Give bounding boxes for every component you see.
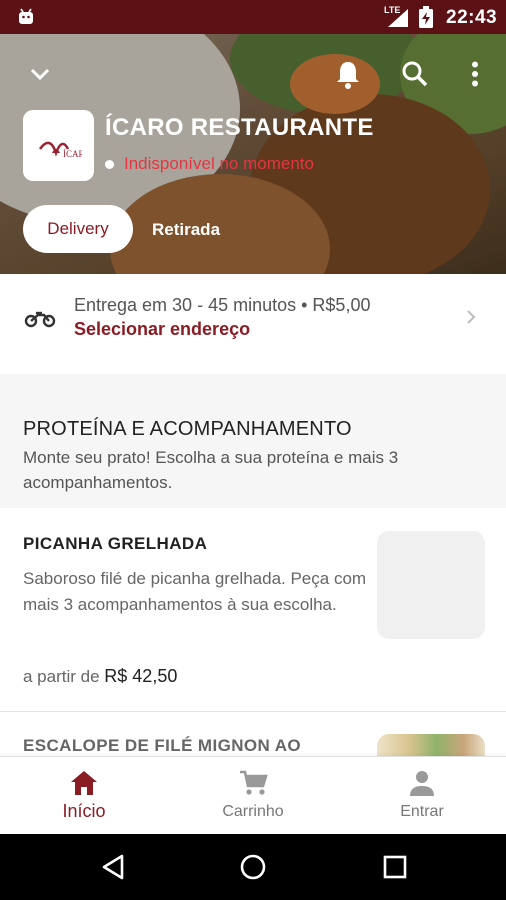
- search-button[interactable]: [395, 54, 435, 94]
- nav-item-entrar[interactable]: Entrar: [338, 757, 506, 835]
- android-icon: [19, 8, 33, 24]
- category-description: Monte seu prato! Escolha a sua proteína …: [23, 448, 399, 492]
- availability-text: Indisponível no momento: [124, 154, 314, 173]
- nav-label-carrinho: Carrinho: [222, 803, 284, 820]
- motorcycle-icon: [24, 311, 56, 328]
- restaurant-name: ÍCARO RESTAURANTE: [105, 114, 374, 141]
- home-icon: [71, 771, 97, 795]
- status-dot: [105, 159, 114, 169]
- search-icon: [402, 61, 428, 87]
- restaurant-header: ÍCARO ÍCARO RESTAURANTE Indisponível no …: [0, 34, 506, 274]
- product-image: [377, 734, 485, 756]
- product-card[interactable]: PICANHA GRELHADA Saboroso filé de picanh…: [0, 508, 506, 712]
- product-image-placeholder: [377, 531, 485, 639]
- category-title: PROTEÍNA E ACOMPANHAMENTO: [23, 418, 352, 440]
- back-icon[interactable]: [100, 853, 128, 881]
- status-bar: LTE 22:43: [0, 0, 506, 34]
- collapse-button[interactable]: [20, 54, 60, 94]
- product-description: Saboroso filé de picanha grelhada. Peça …: [23, 569, 367, 614]
- battery-charging-icon: [419, 6, 433, 28]
- bell-icon: [337, 62, 359, 89]
- logo-wordmark: ÍCARO: [63, 149, 82, 159]
- person-icon: [410, 771, 434, 796]
- product-price-line: a partir de R$ 42,50: [23, 666, 177, 687]
- signal-icon: [388, 9, 408, 27]
- clock: 22:43: [446, 7, 498, 28]
- bottom-navigation: Início Carrinho Entrar: [0, 756, 506, 834]
- product-name: PICANHA GRELHADA: [23, 534, 208, 553]
- product-price: R$ 42,50: [104, 666, 178, 686]
- product-card[interactable]: ESCALOPE DE FILÉ MIGNON AO: [0, 712, 506, 756]
- chevron-down-icon: [30, 68, 50, 81]
- product-name: ESCALOPE DE FILÉ MIGNON AO: [23, 736, 302, 755]
- more-options-button[interactable]: [455, 54, 495, 94]
- price-prefix: a partir de: [23, 667, 100, 686]
- restaurant-logo: ÍCARO: [23, 110, 94, 181]
- tab-delivery[interactable]: Delivery: [23, 205, 133, 253]
- system-navigation-bar: [0, 834, 506, 900]
- recents-icon[interactable]: [381, 853, 409, 881]
- bird-logo-icon: ÍCARO: [38, 141, 82, 159]
- chevron-right-icon: [467, 310, 476, 324]
- cart-icon: [240, 770, 268, 795]
- delivery-info-card[interactable]: Entrega em 30 - 45 minutos • R$5,00 Sele…: [0, 276, 506, 374]
- availability-status: Indisponível no momento: [105, 154, 314, 174]
- more-vertical-icon: [472, 61, 478, 87]
- home-button-icon[interactable]: [239, 853, 267, 881]
- notifications-button[interactable]: [328, 54, 368, 94]
- nav-item-inicio[interactable]: Início: [0, 757, 168, 835]
- nav-label-inicio: Início: [62, 801, 106, 821]
- nav-label-entrar: Entrar: [400, 803, 444, 820]
- nav-item-carrinho[interactable]: Carrinho: [169, 757, 337, 835]
- delivery-time-fee: Entrega em 30 - 45 minutos • R$5,00: [74, 295, 371, 315]
- tab-retirada[interactable]: Retirada: [152, 220, 220, 240]
- select-address-link[interactable]: Selecionar endereço: [74, 319, 250, 340]
